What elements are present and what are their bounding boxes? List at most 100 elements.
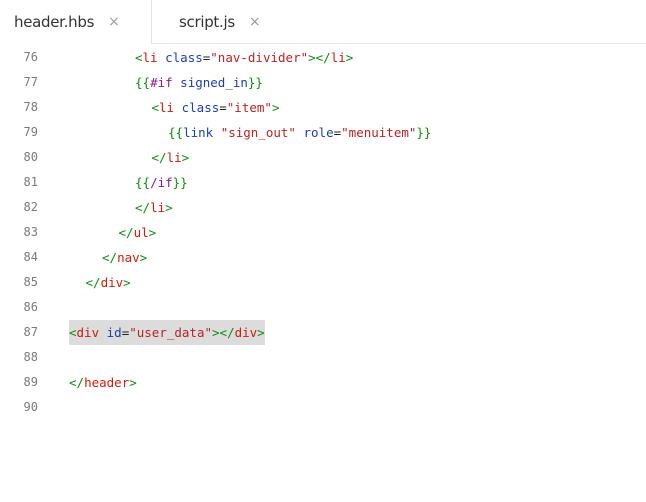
tab-script-js[interactable]: script.js × <box>152 0 646 44</box>
line-number: 76 <box>23 50 38 64</box>
highlighted-code: <div id="user_data"></div> <box>69 320 265 345</box>
code-token: < <box>69 325 77 340</box>
close-icon[interactable]: × <box>108 14 120 30</box>
code-text: </li> <box>135 195 173 220</box>
code-token: ></ <box>212 325 235 340</box>
code-token: "nav-divider" <box>210 50 309 65</box>
code-text: <li class="nav-divider"></li> <box>135 45 353 70</box>
code-token: > <box>271 100 280 115</box>
code-token: li <box>150 200 166 215</box>
code-token: class <box>157 50 203 65</box>
line-number: 79 <box>23 125 38 139</box>
code-line[interactable]: 78 <li class="item"> <box>0 95 646 120</box>
code-text: {{#if signed_in}} <box>135 70 263 95</box>
line-number: 82 <box>23 200 38 214</box>
code-token: ></ <box>308 50 331 65</box>
code-token: #if <box>150 75 173 90</box>
code-token: < <box>135 50 143 65</box>
code-token: > <box>345 50 354 65</box>
code-token: }} <box>247 75 263 90</box>
code-token: signed_in <box>172 75 248 90</box>
code-line[interactable]: 86 <box>0 295 646 320</box>
code-token: }} <box>416 125 432 140</box>
code-token: </ <box>135 200 151 215</box>
line-number: 83 <box>23 225 38 239</box>
code-token: </ <box>102 250 118 265</box>
code-token: </ <box>85 275 101 290</box>
code-token: "menuitem" <box>341 125 417 140</box>
code-token: = <box>333 125 342 140</box>
code-token: div <box>76 325 100 340</box>
code-line[interactable]: 83 </ul> <box>0 220 646 245</box>
code-text: </div> <box>86 270 131 295</box>
line-number: 88 <box>23 350 38 364</box>
line-number: 84 <box>23 250 38 264</box>
line-number: 89 <box>23 375 38 389</box>
code-token: "sign_out" <box>220 125 296 140</box>
code-line[interactable]: 88 <box>0 345 646 370</box>
code-text: </header> <box>69 370 137 395</box>
code-token: li <box>159 100 175 115</box>
code-token: {{ <box>168 125 184 140</box>
code-token: > <box>129 375 137 390</box>
tab-header-hbs[interactable]: header.hbs × <box>0 0 152 44</box>
code-token: </ <box>151 150 167 165</box>
code-text: {{link "sign_out" role="menuitem"}} <box>168 120 431 145</box>
code-token: > <box>257 325 265 340</box>
code-line[interactable]: 84 </nav> <box>0 245 646 270</box>
code-token: </ <box>118 225 134 240</box>
code-token: div <box>100 275 124 290</box>
code-editor[interactable]: 76 <li class="nav-divider"></li> 77 {{#if s… <box>0 44 646 502</box>
code-token: header <box>84 375 130 390</box>
code-token: role <box>295 125 334 140</box>
code-token: li <box>330 50 346 65</box>
code-token: > <box>148 225 157 240</box>
code-token: ul <box>133 225 149 240</box>
line-number: 85 <box>23 275 38 289</box>
code-token: id <box>99 325 122 340</box>
code-token: li <box>166 150 182 165</box>
code-token: li <box>142 50 158 65</box>
code-line[interactable]: 76 <li class="nav-divider"></li> <box>0 45 646 70</box>
code-token: "user_data" <box>129 325 213 340</box>
line-number: 86 <box>23 300 38 314</box>
code-token: > <box>181 150 190 165</box>
code-line[interactable]: 79 {{link "sign_out" role="menuitem"}} <box>0 120 646 145</box>
code-line[interactable]: 87 <div id="user_data"></div> <box>0 320 646 345</box>
code-token: }} <box>172 175 188 190</box>
code-token: class <box>174 100 220 115</box>
line-number: 90 <box>23 400 38 414</box>
code-token: div <box>234 325 258 340</box>
code-line[interactable]: 81 {{/if}} <box>0 170 646 195</box>
code-line[interactable]: 82 </li> <box>0 195 646 220</box>
code-line[interactable]: 77 {{#if signed_in}} <box>0 70 646 95</box>
line-number: 80 <box>23 150 38 164</box>
code-text: </nav> <box>102 245 147 270</box>
line-number: 81 <box>23 175 38 189</box>
code-text: {{/if}} <box>135 170 188 195</box>
line-number: 78 <box>23 100 38 114</box>
code-line[interactable]: 85 </div> <box>0 270 646 295</box>
code-text: </li> <box>152 145 190 170</box>
close-icon[interactable]: × <box>249 14 261 30</box>
code-token: > <box>123 275 131 290</box>
code-token: < <box>151 100 160 115</box>
tab-bar: header.hbs × script.js × <box>0 0 646 44</box>
code-token: > <box>165 200 173 215</box>
line-number: 87 <box>23 325 38 339</box>
code-line[interactable]: 90 <box>0 395 646 420</box>
code-line[interactable]: 89 </header> <box>0 370 646 395</box>
code-token: "item" <box>226 100 272 115</box>
tab-label: header.hbs <box>14 13 95 31</box>
code-token: > <box>139 250 148 265</box>
code-token: /if <box>150 175 173 190</box>
code-line[interactable]: 80 </li> <box>0 145 646 170</box>
code-token: {{ <box>135 75 151 90</box>
code-token: nav <box>117 250 140 265</box>
line-number: 77 <box>23 75 38 89</box>
code-token: </ <box>69 375 85 390</box>
code-token: link <box>183 125 214 140</box>
tab-label: script.js <box>179 12 235 31</box>
code-token: {{ <box>135 175 151 190</box>
code-text: <li class="item"> <box>152 95 280 120</box>
